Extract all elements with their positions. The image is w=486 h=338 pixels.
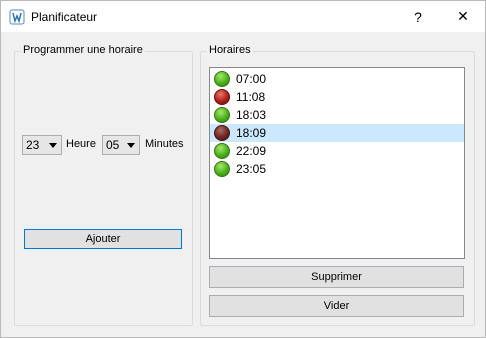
help-button[interactable]: ? xyxy=(396,1,440,32)
list-item[interactable]: 18:09 xyxy=(210,124,464,142)
list-item-time: 07:00 xyxy=(236,72,267,86)
status-light-icon xyxy=(214,71,230,87)
list-item-time: 18:09 xyxy=(236,126,267,140)
list-item-time: 18:03 xyxy=(236,108,267,122)
list-item-time: 11:08 xyxy=(236,90,266,104)
minute-label: Minutes xyxy=(145,138,184,150)
schedules-group-title: Horaires xyxy=(207,44,253,56)
schedule-list[interactable]: 07:00 11:08 18:03 18:09 22:09 23:05 xyxy=(209,67,465,259)
chevron-down-icon xyxy=(127,143,135,148)
delete-button[interactable]: Supprimer xyxy=(209,266,464,288)
hour-value: 23 xyxy=(26,138,40,152)
minute-value: 05 xyxy=(106,138,120,152)
title-bar: Planificateur ? ✕ xyxy=(1,1,485,32)
status-light-icon xyxy=(214,89,230,105)
list-item-time: 23:05 xyxy=(236,162,267,176)
status-light-icon xyxy=(214,125,230,141)
schedule-group-title: Programmer une horaire xyxy=(21,44,145,56)
list-item-time: 22:09 xyxy=(236,144,267,158)
window-title: Planificateur xyxy=(31,10,98,24)
close-button[interactable]: ✕ xyxy=(441,1,485,32)
planificateur-window: Planificateur ? ✕ Programmer une horaire… xyxy=(0,0,486,338)
minute-select[interactable]: 05 xyxy=(102,135,140,155)
chevron-down-icon xyxy=(49,143,57,148)
list-item[interactable]: 22:09 xyxy=(210,142,464,160)
schedule-group: Programmer une horaire xyxy=(14,44,193,326)
clear-button[interactable]: Vider xyxy=(209,295,464,317)
list-item[interactable]: 18:03 xyxy=(210,106,464,124)
list-item[interactable]: 11:08 xyxy=(210,88,464,106)
list-item[interactable]: 23:05 xyxy=(210,160,464,178)
add-button[interactable]: Ajouter xyxy=(24,229,182,249)
status-light-icon xyxy=(214,107,230,123)
status-light-icon xyxy=(214,161,230,177)
hour-select[interactable]: 23 xyxy=(22,135,62,155)
app-icon xyxy=(9,9,25,25)
status-light-icon xyxy=(214,143,230,159)
list-item[interactable]: 07:00 xyxy=(210,70,464,88)
hour-label: Heure xyxy=(66,138,96,150)
